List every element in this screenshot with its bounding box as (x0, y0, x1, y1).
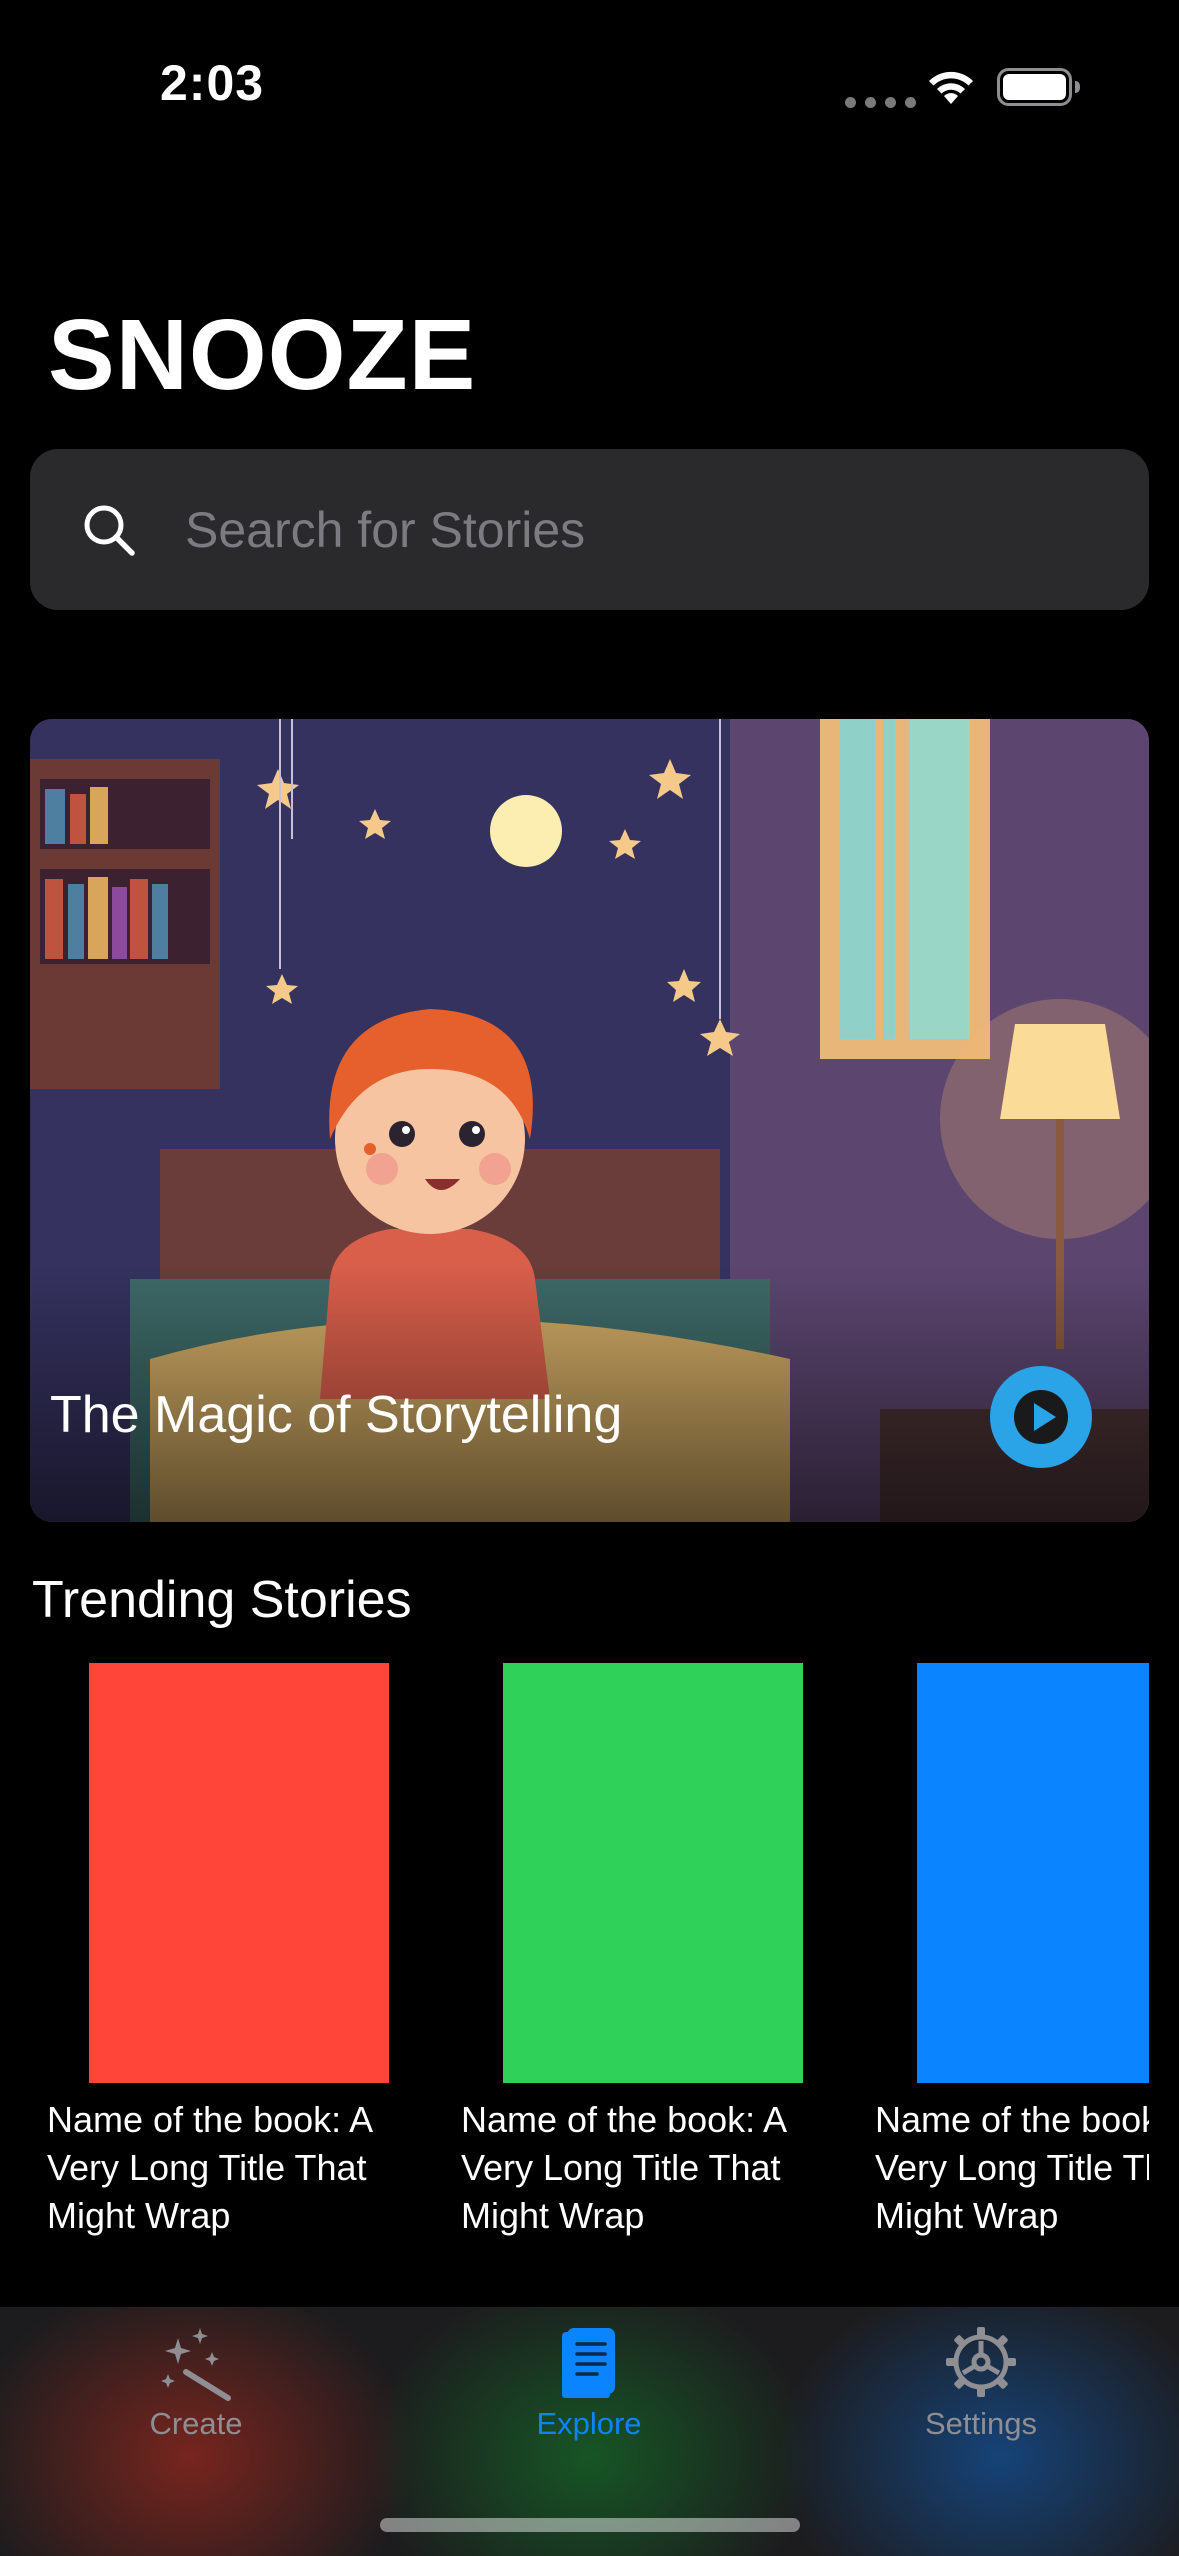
book-cover (917, 1663, 1149, 2083)
book-icon (562, 2328, 615, 2398)
featured-story-title: The Magic of Storytelling (50, 1386, 623, 1444)
book-cover (89, 1663, 389, 2083)
cellular-signal-icon (845, 97, 916, 108)
battery-icon (997, 68, 1080, 106)
status-time: 2:03 (160, 55, 265, 111)
tab-label: Settings (924, 2406, 1037, 2441)
search-icon (84, 505, 135, 556)
magic-wand-icon (161, 2328, 231, 2401)
tab-create[interactable]: Create (66, 2307, 326, 2467)
wifi-icon (929, 71, 973, 104)
section-title-trending: Trending Stories (32, 1571, 412, 1629)
trending-stories-list[interactable]: Name of the book: A Very Long Title That… (0, 1663, 1149, 2263)
tab-label: Create (149, 2406, 243, 2441)
book-title: Name of the book: A Very Long Title That… (47, 2099, 372, 2236)
tab-label: Explore (536, 2406, 642, 2441)
app-title: SNOOZE (48, 299, 477, 411)
play-button[interactable] (990, 1366, 1092, 1468)
gear-icon (946, 2327, 1016, 2397)
book-title: Name of the book: A Very Long Title That… (461, 2099, 786, 2236)
search-input[interactable] (185, 495, 1085, 565)
status-bar: 2:03 (0, 0, 1179, 175)
book-cover (503, 1663, 803, 2083)
book-title: Name of the book: A Very Long Title That… (875, 2099, 1149, 2236)
play-icon (1014, 1390, 1068, 1444)
home-indicator (380, 2518, 800, 2532)
tab-explore[interactable]: Explore (459, 2307, 719, 2467)
tab-settings[interactable]: Settings (851, 2307, 1111, 2467)
